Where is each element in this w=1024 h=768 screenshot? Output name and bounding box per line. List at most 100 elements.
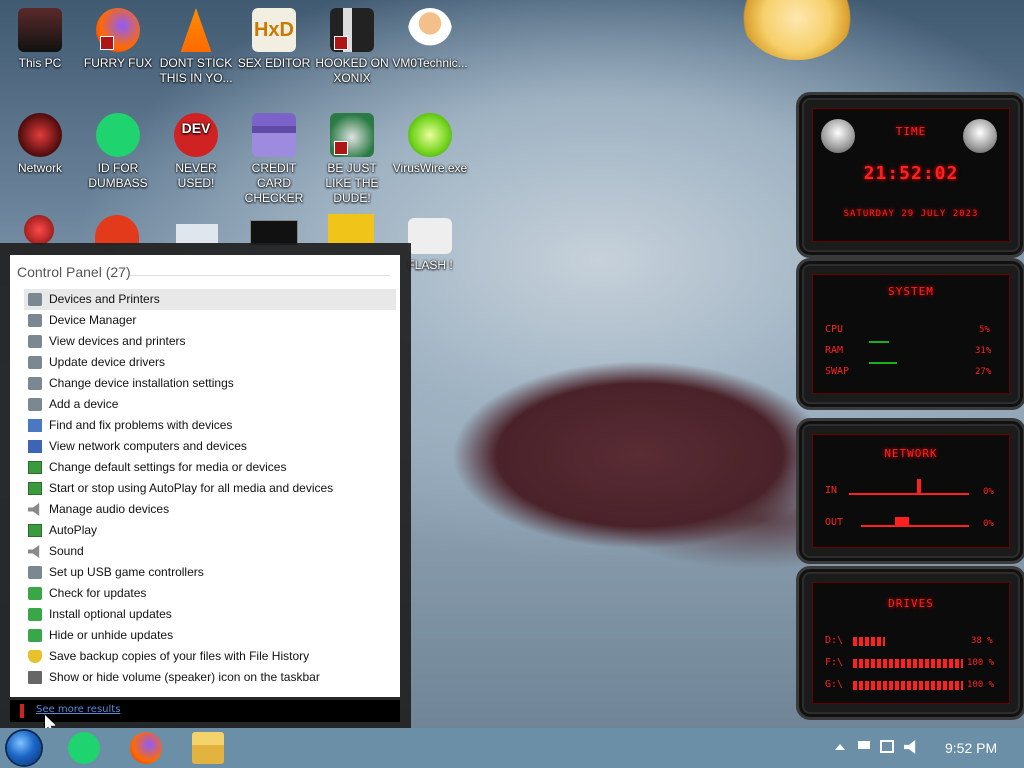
result-item[interactable]: Find and fix problems with devices <box>24 415 396 436</box>
printer-icon <box>28 377 42 390</box>
credit-card-icon <box>252 113 296 157</box>
result-item[interactable]: Sound <box>24 541 396 562</box>
desktop-icon-viruswire[interactable]: VirusWire.exe <box>392 113 468 176</box>
desktop-icon-sex-editor[interactable]: HxD SEX EDITOR <box>236 8 312 71</box>
result-item[interactable]: Manage audio devices <box>24 499 396 520</box>
drive-g-label: G:\ <box>825 679 844 690</box>
taskbar-file-explorer-icon[interactable] <box>192 732 224 764</box>
desktop-icon-row3-dog[interactable] <box>328 214 374 244</box>
swap-label: SWAP <box>825 366 850 377</box>
drive-f-label: F:\ <box>825 657 844 668</box>
net-out-value: 0% <box>983 519 994 529</box>
result-item[interactable]: Change default settings for media or dev… <box>24 457 396 478</box>
see-more-results-link[interactable]: See more results <box>36 704 120 715</box>
result-item[interactable]: Install optional updates <box>24 604 396 625</box>
result-item-label: Find and fix problems with devices <box>49 418 233 432</box>
gadget-system-panel: SYSTEM CPU 5% RAM 31% SWAP 27% <box>796 258 1024 410</box>
doctor-icon <box>408 8 452 52</box>
result-item-label: Device Manager <box>49 313 137 327</box>
result-item[interactable]: Hide or unhide updates <box>24 625 396 646</box>
net-in-graph <box>849 493 969 495</box>
santa-icon <box>330 113 374 157</box>
result-item-label: Add a device <box>49 397 119 411</box>
desktop-icon-this-pc[interactable]: This PC <box>2 8 78 71</box>
printer-icon <box>28 314 42 327</box>
desktop-icon-network[interactable]: Network <box>2 113 78 176</box>
result-item-label: Sound <box>49 544 84 558</box>
net-in-label: IN <box>825 485 838 496</box>
firefox-icon <box>96 8 140 52</box>
result-item[interactable]: View network computers and devices <box>24 436 396 457</box>
net-in-value: 0% <box>983 487 994 497</box>
result-item-label: Show or hide volume (speaker) icon on th… <box>49 670 320 684</box>
network-title: NETWORK <box>884 447 938 460</box>
result-item-label: Change device installation settings <box>49 376 234 390</box>
result-item-label: Start or stop using AutoPlay for all med… <box>49 481 334 495</box>
lime-icon <box>408 113 452 157</box>
start-orb-button[interactable] <box>7 731 41 765</box>
taskbar-clock[interactable]: 9:52 PM <box>945 740 997 756</box>
taskbar-green-notes-icon[interactable] <box>68 732 100 764</box>
result-item[interactable]: Update device drivers <box>24 352 396 373</box>
drive-g-value: 100 % <box>967 680 995 690</box>
windows-update-icon <box>28 587 42 600</box>
monitor-icon <box>18 8 62 52</box>
result-item[interactable]: Devices and Printers <box>24 289 396 310</box>
taskbar-icon <box>28 671 42 684</box>
result-item[interactable]: Show or hide volume (speaker) icon on th… <box>24 667 396 688</box>
system-title: SYSTEM <box>888 285 934 298</box>
desktop-icon-never-used[interactable]: DEV NEVER USED! <box>158 113 234 191</box>
chevron-up-icon[interactable] <box>835 744 845 750</box>
taskbar-firefox-icon[interactable] <box>130 732 162 764</box>
result-item-label: Install optional updates <box>49 607 172 621</box>
result-item[interactable]: View devices and printers <box>24 331 396 352</box>
result-item[interactable]: Save backup copies of your files with Fi… <box>24 646 396 667</box>
desktop-icon-row3-red-app[interactable] <box>24 215 54 245</box>
result-item-label: Change default settings for media or dev… <box>49 460 287 474</box>
net-out-spike <box>895 517 909 525</box>
result-item[interactable]: Check for updates <box>24 583 396 604</box>
speaker-icon[interactable] <box>904 740 916 754</box>
flash-icon <box>408 218 452 254</box>
desktop-icon-hooked-on-xonix[interactable]: HOOKED ON XONIX <box>314 8 390 86</box>
search-bar[interactable]: See more results <box>10 700 400 722</box>
ram-value: 31% <box>975 346 992 356</box>
windows-update-icon <box>28 629 42 642</box>
swap-usage-bar <box>869 362 897 364</box>
results-list: Devices and Printers Device Manager View d… <box>24 289 396 688</box>
gadget-time-panel: TIME 21:52:02 SATURDAY 29 JULY 2023 <box>796 92 1024 258</box>
desktop-icon-credit-card-checker[interactable]: CREDIT CARD CHECKER <box>236 113 312 206</box>
cpu-label: CPU <box>825 324 844 335</box>
header-divider <box>130 275 390 276</box>
vlc-cone-icon <box>180 8 212 52</box>
result-item[interactable]: Device Manager <box>24 310 396 331</box>
result-item[interactable]: AutoPlay <box>24 520 396 541</box>
desktop-icon-be-just-like-the-dude[interactable]: BE JUST LIKE THE DUDE! <box>314 113 390 206</box>
results-group-header: Control Panel (27) <box>17 264 131 280</box>
network-icon[interactable] <box>880 740 894 753</box>
drive-g-bar <box>853 681 963 690</box>
desktop-icon-furry-fux[interactable]: FURRY FUX <box>80 8 156 71</box>
flag-icon[interactable] <box>858 741 870 749</box>
drive-f-bar <box>853 659 963 668</box>
result-item[interactable]: Start or stop using AutoPlay for all med… <box>24 478 396 499</box>
printer-icon <box>28 293 42 306</box>
desktop-icon-row3-p-app[interactable] <box>95 215 139 245</box>
network-icon <box>28 440 42 453</box>
desktop-icon-dont-stick[interactable]: DONT STICK THIS IN YO... <box>158 8 234 86</box>
desktop-icon-row3-usb[interactable] <box>176 224 218 244</box>
net-out-label: OUT <box>825 517 844 528</box>
xonix-icon <box>330 8 374 52</box>
result-item[interactable]: Add a device <box>24 394 396 415</box>
search-results-panel: Control Panel (27) Devices and Printers D… <box>10 255 400 697</box>
hxd-icon: HxD <box>252 8 296 52</box>
result-item[interactable]: Set up USB game controllers <box>24 562 396 583</box>
printer-icon <box>28 566 42 579</box>
desktop-icon-vm0technic[interactable]: VM0Technic... <box>392 8 468 71</box>
gadget-network-panel: NETWORK IN 0% OUT 0% <box>796 418 1024 564</box>
troubleshoot-icon <box>28 419 42 432</box>
result-item-label: View devices and printers <box>49 334 186 348</box>
drive-d-label: D:\ <box>825 635 844 646</box>
desktop-icon-id-for-dumbass[interactable]: ID FOR DUMBASS <box>80 113 156 191</box>
result-item[interactable]: Change device installation settings <box>24 373 396 394</box>
